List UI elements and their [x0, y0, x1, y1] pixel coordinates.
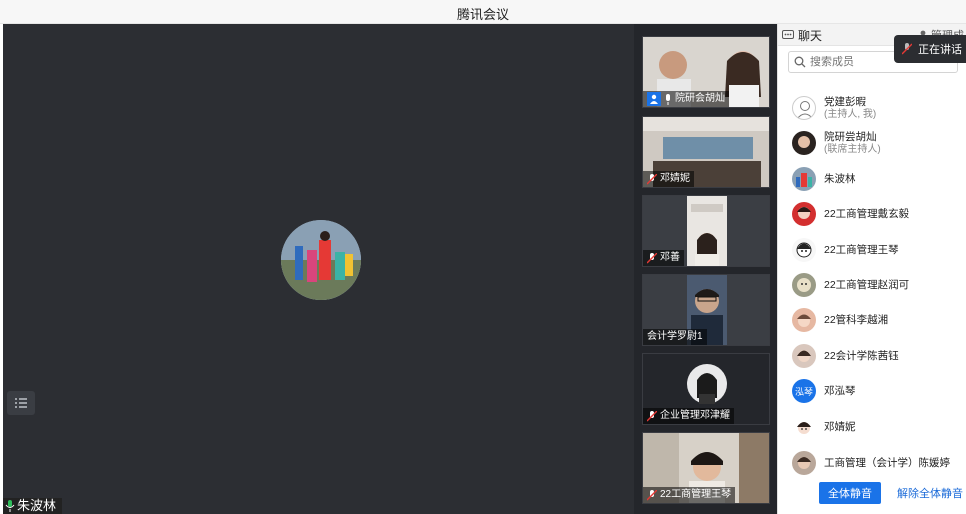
- member-item[interactable]: 朱波林: [792, 165, 962, 193]
- person-icon: [647, 92, 661, 106]
- member-item[interactable]: 院研尝胡灿 (联席主持人): [792, 129, 962, 157]
- member-item[interactable]: 22工商管理王琴: [792, 236, 962, 264]
- avatar: [792, 308, 816, 332]
- avatar: [792, 202, 816, 226]
- members-panel: 聊天 管理成 党建彭暇 (主持人, 我) 院研尝胡灿 (联席主持人): [777, 24, 966, 514]
- member-item[interactable]: 22工商管理赵润可: [792, 271, 962, 299]
- video-thumbnail[interactable]: 企业管理邓津耀: [642, 353, 770, 425]
- avatar: [792, 167, 816, 191]
- avatar: [792, 344, 816, 368]
- speaking-indicator: 正在讲话: [894, 35, 966, 63]
- tab-chat[interactable]: 聊天: [782, 27, 822, 44]
- mic-muted-icon: [902, 43, 912, 55]
- avatar: 泓琴: [792, 379, 816, 403]
- list-icon: [15, 398, 27, 408]
- mic-icon: [5, 500, 15, 512]
- window-title: 腾讯会议: [456, 7, 509, 22]
- unmute-all-button[interactable]: 解除全体静音: [897, 482, 963, 504]
- main-video-area[interactable]: 朱波林: [3, 24, 634, 514]
- avatar: [792, 451, 816, 475]
- thumbnail-label: 22工商管理王琴: [643, 487, 736, 503]
- member-item[interactable]: 邓婧妮: [792, 413, 962, 441]
- member-item[interactable]: 党建彭暇 (主持人, 我): [792, 94, 962, 122]
- mic-icon: [666, 93, 670, 105]
- mic-muted-icon: [647, 173, 657, 184]
- list-menu-button[interactable]: [7, 391, 35, 415]
- main-speaker-name: 朱波林: [3, 498, 63, 514]
- thumbnail-label: 企业管理邓津耀: [643, 408, 734, 424]
- title-bar: 腾讯会议: [0, 0, 966, 24]
- chat-icon: [782, 30, 794, 39]
- avatar: [792, 415, 816, 439]
- thumbnail-label: 会计学罗尉1: [643, 329, 707, 345]
- video-thumbnail[interactable]: 邓婧妮: [642, 116, 770, 188]
- video-thumbnail-column: 院研会胡灿 邓婧妮 邓善 会计学罗尉1 企业管理邓津耀 22工商管理王琴: [634, 24, 777, 514]
- member-item[interactable]: 泓琴 邓泓琴: [792, 377, 962, 405]
- thumbnail-label: 邓婧妮: [643, 171, 694, 187]
- member-item[interactable]: 工商管理（会计学）陈媛婷: [792, 449, 962, 477]
- video-thumbnail[interactable]: 会计学罗尉1: [642, 274, 770, 346]
- video-thumbnail[interactable]: 院研会胡灿: [642, 36, 770, 108]
- avatar: [792, 273, 816, 297]
- mic-muted-icon: [647, 489, 657, 500]
- member-item[interactable]: 22管科李越湘: [792, 306, 962, 334]
- avatar: [792, 96, 816, 120]
- video-thumbnail[interactable]: 22工商管理王琴: [642, 432, 770, 504]
- video-thumbnail[interactable]: 邓善: [642, 195, 770, 267]
- main-speaker-avatar: [281, 220, 361, 300]
- member-item[interactable]: 22会计学陈茜钰: [792, 342, 962, 370]
- avatar: [792, 131, 816, 155]
- mute-all-button[interactable]: 全体静音: [819, 482, 881, 504]
- mic-muted-icon: [647, 410, 657, 421]
- thumbnail-label: 邓善: [643, 250, 684, 266]
- search-icon: [794, 56, 806, 68]
- thumbnail-label: 院研会胡灿: [643, 91, 729, 107]
- mic-muted-icon: [647, 252, 657, 263]
- member-item[interactable]: 22工商管理戴玄毅: [792, 200, 962, 228]
- avatar: [792, 238, 816, 262]
